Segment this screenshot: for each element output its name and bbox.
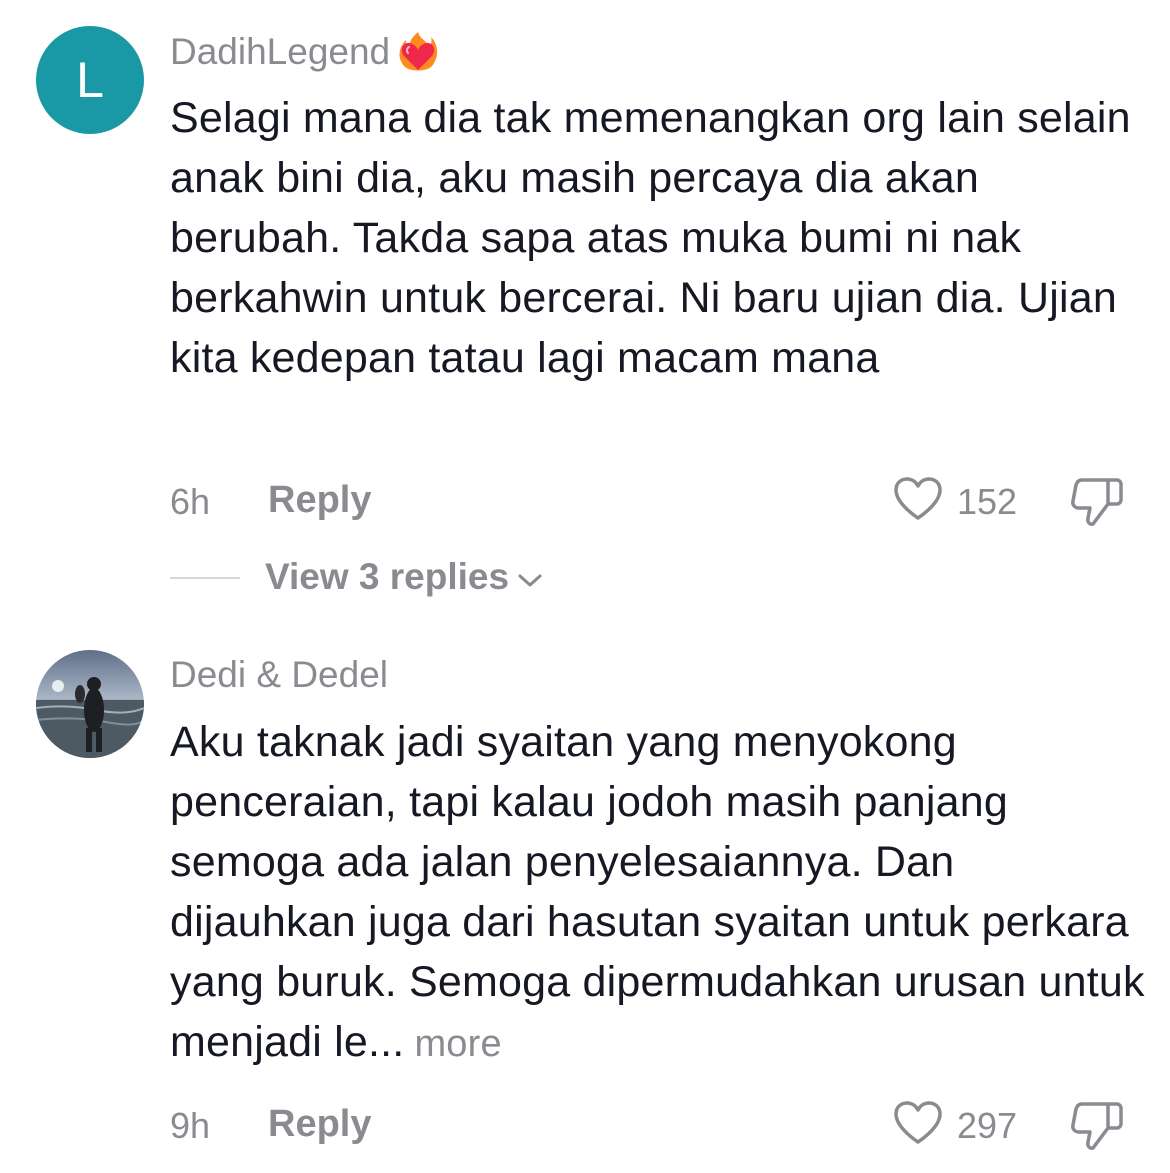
dislike-icon[interactable] — [1070, 474, 1124, 528]
comment-text-content: Aku taknak jadi syaitan yang menyokong p… — [170, 718, 1145, 1066]
like-heart-icon[interactable] — [892, 1100, 944, 1146]
dislike-icon[interactable] — [1070, 1098, 1124, 1152]
more-link[interactable]: more — [414, 1023, 501, 1065]
replies-divider-line — [170, 577, 240, 579]
view-replies-button[interactable]: View 3 replies — [265, 556, 543, 598]
view-replies-label: View 3 replies — [265, 556, 510, 597]
reply-button[interactable]: Reply — [268, 479, 371, 522]
like-count: 297 — [957, 1105, 1018, 1146]
comment-text: Selagi mana dia tak memenangkan org lain… — [170, 94, 1131, 382]
comment-username[interactable]: Dedi & Dedel — [170, 654, 388, 696]
like-count: 152 — [957, 481, 1018, 522]
comment-text: Aku taknak jadi syaitan yang menyokong p… — [170, 712, 1145, 1074]
beach-photo-avatar — [36, 650, 144, 758]
like-heart-icon[interactable] — [892, 476, 944, 522]
reply-button[interactable]: Reply — [268, 1103, 371, 1146]
username-text: DadihLegend — [170, 31, 391, 72]
avatar[interactable] — [36, 650, 144, 758]
chevron-down-icon — [517, 556, 543, 598]
comment-timestamp: 6h — [170, 481, 211, 522]
heart-on-fire-icon — [394, 28, 442, 76]
avatar[interactable]: L — [36, 26, 144, 134]
avatar-letter: L — [76, 52, 104, 108]
comment-timestamp: 9h — [170, 1105, 211, 1146]
comment-username[interactable]: DadihLegend — [170, 28, 442, 76]
